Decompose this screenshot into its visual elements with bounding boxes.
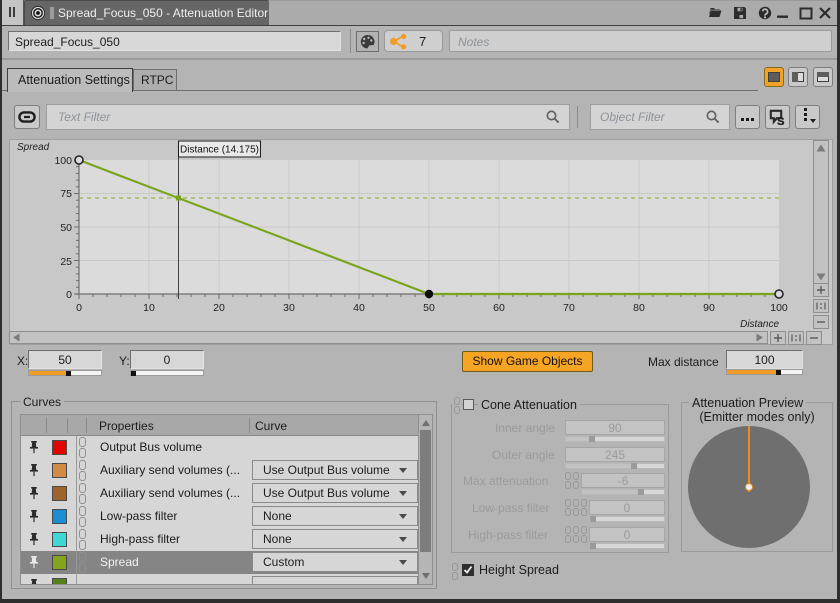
svg-text:20: 20 — [213, 302, 225, 314]
svg-text:40: 40 — [353, 302, 365, 314]
svg-text:0: 0 — [66, 289, 72, 301]
svg-text:100: 100 — [770, 302, 788, 314]
svg-text:100: 100 — [54, 155, 72, 167]
svg-text:S: S — [777, 116, 784, 125]
svg-text:50: 50 — [423, 302, 435, 314]
svg-text:30: 30 — [283, 302, 295, 314]
svg-text:80: 80 — [633, 302, 645, 314]
svg-text:60: 60 — [493, 302, 505, 314]
svg-text:50: 50 — [60, 222, 72, 234]
svg-text:90: 90 — [703, 302, 715, 314]
svg-text:10: 10 — [143, 302, 155, 314]
svg-text:75: 75 — [60, 188, 72, 200]
svg-text:Distance: Distance — [740, 319, 779, 330]
svg-text:70: 70 — [563, 302, 575, 314]
svg-text:25: 25 — [60, 256, 72, 268]
svg-text:Distance (14.175): Distance (14.175) — [180, 145, 259, 156]
svg-text:0: 0 — [76, 302, 82, 314]
svg-text:Spread: Spread — [17, 142, 50, 153]
